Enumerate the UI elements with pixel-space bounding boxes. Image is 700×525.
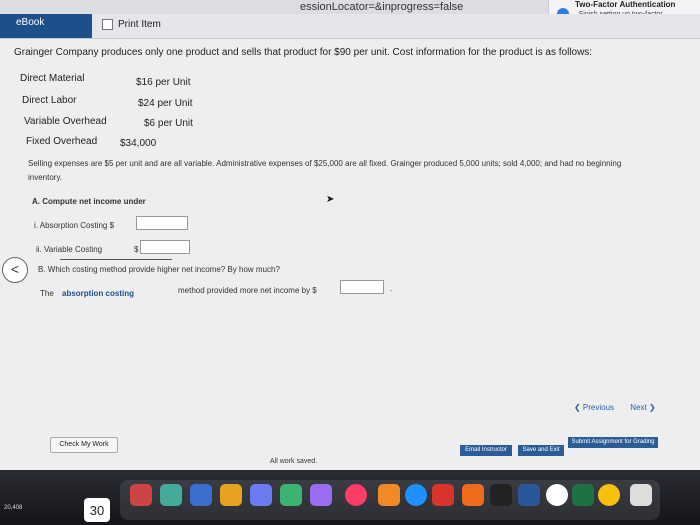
app-icon[interactable] — [250, 484, 272, 506]
variable-costing-dollar: $ — [134, 245, 139, 254]
email-instructor-button[interactable]: Email Instructor — [460, 445, 512, 456]
print-icon — [102, 19, 113, 30]
app-icon[interactable] — [490, 484, 512, 506]
next-button[interactable]: Next ❯ — [628, 400, 658, 416]
app-icon[interactable] — [432, 484, 454, 506]
cost-label-variable-overhead: Variable Overhead — [24, 116, 107, 127]
selling-expenses-line2: inventory. — [28, 173, 63, 182]
variable-costing-label: ii. Variable Costing — [36, 245, 103, 254]
absorption-costing-input[interactable] — [136, 216, 188, 230]
notification-title: Two-Factor Authentication — [575, 0, 676, 9]
app-icon[interactable] — [190, 484, 212, 506]
part-a-heading: A. Compute net income under — [32, 197, 146, 206]
excel-icon[interactable] — [572, 484, 594, 506]
ebook-tab[interactable]: eBook — [0, 14, 92, 38]
browser-window: essionLocator=&inprogress=false Two-Fact… — [0, 0, 700, 470]
net-income-difference-input[interactable] — [340, 280, 384, 294]
cost-value-direct-material: $16 per Unit — [136, 77, 191, 88]
selling-expenses-line1: Selling expenses are $5 per unit and are… — [28, 159, 622, 168]
trash-icon[interactable] — [630, 484, 652, 506]
word-icon[interactable] — [518, 484, 540, 506]
cost-label-direct-material: Direct Material — [20, 73, 85, 84]
previous-button[interactable]: ❮ Previous — [570, 400, 618, 416]
costing-method-select[interactable]: absorption costing — [62, 289, 134, 298]
save-status: All work saved. — [270, 458, 318, 465]
save-and-exit-button[interactable]: Save and Exit — [518, 445, 564, 456]
app-icon[interactable] — [160, 484, 182, 506]
app-icon[interactable] — [378, 484, 400, 506]
app-icon[interactable] — [130, 484, 152, 506]
music-icon[interactable] — [345, 484, 367, 506]
print-item-button[interactable]: Print Item — [102, 19, 161, 30]
cost-value-fixed-overhead: $34,000 — [120, 138, 157, 149]
next-label: Next — [630, 403, 647, 412]
part-b-heading: B. Which costing method provide higher n… — [38, 265, 280, 274]
answer-prefix: The — [40, 289, 54, 298]
app-store-icon[interactable] — [405, 484, 427, 506]
calendar-icon[interactable]: 30 — [84, 498, 110, 522]
app-icon[interactable] — [220, 484, 242, 506]
back-chevron-icon[interactable]: < — [2, 257, 28, 283]
cost-label-fixed-overhead: Fixed Overhead — [26, 136, 98, 147]
previous-label: Previous — [582, 403, 615, 412]
app-icon[interactable] — [462, 484, 484, 506]
problem-intro: Grainger Company produces only one produ… — [14, 47, 593, 58]
submit-assignment-button[interactable]: Submit Assignment for Grading — [568, 437, 658, 448]
select-underline — [60, 259, 172, 260]
dock-clock-label: 20,408 — [4, 505, 23, 511]
chrome-icon[interactable] — [598, 484, 620, 506]
assignment-toolbar: eBook Print Item — [0, 14, 700, 39]
check-my-work-button[interactable]: Check My Work — [50, 437, 118, 453]
cost-value-direct-labor: $24 per Unit — [138, 98, 193, 109]
answer-period: . — [390, 284, 393, 293]
answer-suffix: method provided more net income by $ — [178, 286, 317, 295]
mouse-cursor-icon: ➤ — [326, 194, 335, 205]
cost-label-direct-labor: Direct Labor — [22, 95, 77, 106]
absorption-costing-label: i. Absorption Costing $ — [34, 221, 115, 230]
print-item-label: Print Item — [118, 19, 161, 30]
app-icon[interactable] — [280, 484, 302, 506]
cost-value-variable-overhead: $6 per Unit — [144, 118, 193, 129]
variable-costing-input[interactable] — [140, 240, 190, 254]
url-text: essionLocator=&inprogress=false — [300, 1, 464, 13]
app-icon[interactable] — [546, 484, 568, 506]
app-icon[interactable] — [310, 484, 332, 506]
